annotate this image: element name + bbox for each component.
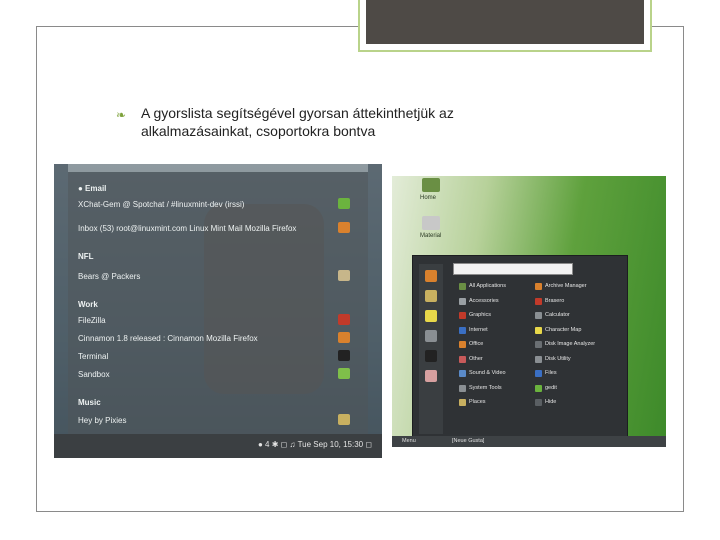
app-icon — [338, 314, 350, 325]
star-icon[interactable] — [425, 310, 437, 322]
decorative-image — [366, 0, 644, 44]
application-menu: All Applications Accessories Graphics Inter… — [412, 255, 628, 438]
app-icon — [338, 332, 350, 343]
menu-item[interactable]: Hey by Pixies — [78, 416, 126, 425]
app-icon — [338, 414, 350, 425]
application-icon — [535, 370, 542, 377]
application-item[interactable]: Disk Image Analyzer — [545, 341, 595, 347]
category-icon — [459, 283, 466, 290]
category-icon — [459, 399, 466, 406]
application-icon — [535, 312, 542, 319]
category-item[interactable]: Accessories — [469, 298, 499, 304]
application-item[interactable]: Brasero — [545, 298, 564, 304]
application-item[interactable]: Archive Manager — [545, 283, 587, 289]
category-item[interactable]: Sound & Video — [469, 370, 506, 376]
favorites-column — [419, 264, 443, 434]
application-icon — [535, 341, 542, 348]
bullet-text: A gyorslista segítségével gyorsan átteki… — [141, 105, 454, 139]
category-icon — [459, 312, 466, 319]
software-icon[interactable] — [425, 290, 437, 302]
system-tray: ● 4 ✱ ◻ ♫ Tue Sep 10, 15:30 ◻ — [258, 440, 372, 449]
application-item[interactable]: Character Map — [545, 327, 581, 333]
menu-group-heading: ● Email — [78, 184, 107, 193]
menu-group-heading: Music — [78, 398, 101, 407]
category-icon — [459, 341, 466, 348]
taskbar-window-button[interactable]: [Neue Gusta] — [452, 438, 484, 444]
category-item[interactable]: Places — [469, 399, 486, 405]
application-icon — [535, 399, 542, 406]
category-icon — [459, 297, 466, 305]
application-icon — [535, 384, 542, 392]
app-icon — [338, 270, 350, 281]
category-icon — [459, 370, 466, 377]
category-item[interactable]: Internet — [469, 327, 488, 333]
left-screenshot: ● Email XChat-Gem @ Spotchat / #linuxmint… — [54, 164, 382, 458]
home-folder-icon[interactable] — [422, 178, 440, 192]
desktop-icon-label: Home — [420, 195, 437, 201]
terminal-icon[interactable] — [425, 350, 437, 362]
menu-item[interactable]: FileZilla — [78, 316, 106, 325]
search-input[interactable] — [453, 263, 573, 275]
desktop-icon-label: Material — [420, 233, 442, 239]
right-screenshot: Home Material All Applications Accessories… — [392, 176, 666, 447]
taskbar: ● 4 ✱ ◻ ♫ Tue Sep 10, 15:30 ◻ — [54, 434, 382, 458]
application-icon — [535, 297, 542, 305]
menu-group-heading: NFL — [78, 252, 94, 261]
app-icon — [338, 222, 350, 233]
menu-item[interactable]: XChat-Gem @ Spotchat / #linuxmint-dev (i… — [78, 200, 244, 209]
taskbar-menu-button[interactable]: Menu — [402, 438, 416, 444]
application-icon — [535, 326, 542, 334]
menu-item[interactable]: Inbox (53) root@linuxmint.com Linux Mint… — [78, 224, 296, 233]
category-item[interactable]: Office — [469, 341, 483, 347]
taskbar: Menu [Neue Gusta] — [392, 436, 666, 447]
logout-icon[interactable] — [425, 370, 437, 382]
category-item[interactable]: Graphics — [469, 312, 491, 318]
app-icon — [338, 198, 350, 209]
firefox-icon[interactable] — [425, 270, 437, 282]
category-icon — [459, 384, 466, 392]
application-icon — [535, 355, 542, 363]
application-item[interactable]: gedit — [545, 385, 557, 391]
menu-item[interactable]: Sandbox — [78, 370, 110, 379]
quick-list-menu: ● Email XChat-Gem @ Spotchat / #linuxmint… — [68, 172, 368, 434]
application-item[interactable]: Disk Utility — [545, 356, 571, 362]
application-item[interactable]: Hide — [545, 399, 556, 405]
category-item[interactable]: System Tools — [469, 385, 502, 391]
app-icon — [338, 350, 350, 361]
menu-item[interactable]: Bears @ Packers — [78, 272, 140, 281]
application-item[interactable]: Calculator — [545, 312, 570, 318]
app-icon — [338, 368, 350, 379]
drive-icon[interactable] — [422, 216, 440, 230]
application-item[interactable]: Files — [545, 370, 557, 376]
wallpaper-edge-right — [368, 164, 382, 458]
application-icon — [535, 283, 542, 290]
menu-group-heading: Work — [78, 300, 98, 309]
settings-icon[interactable] — [425, 330, 437, 342]
leaf-bullet-icon: ❧ — [116, 108, 127, 122]
category-icon — [459, 355, 466, 363]
category-icon — [459, 326, 466, 334]
menu-item[interactable]: Cinnamon 1.8 released : Cinnamon Mozilla… — [78, 334, 258, 343]
category-item[interactable]: All Applications — [469, 283, 506, 289]
wallpaper-edge-left — [54, 164, 68, 458]
menu-item[interactable]: Terminal — [78, 352, 108, 361]
category-item[interactable]: Other — [469, 356, 483, 362]
